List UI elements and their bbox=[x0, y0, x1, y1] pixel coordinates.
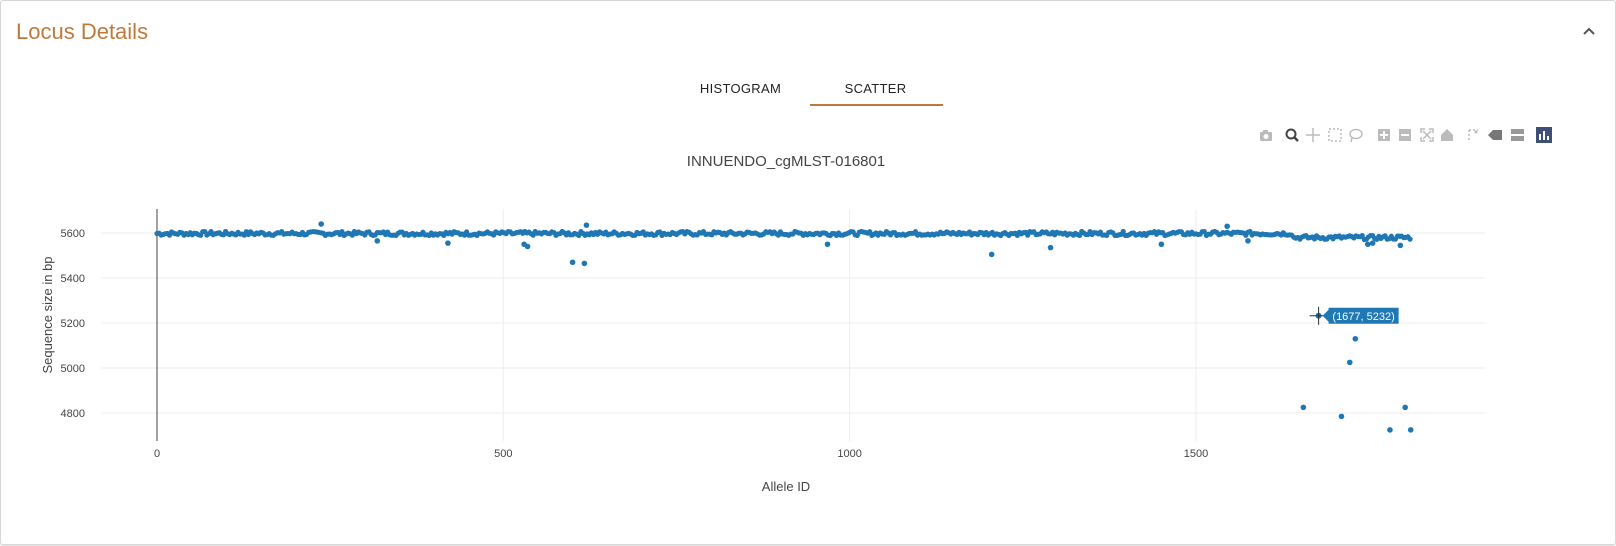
locus-details-card: Locus Details HISTOGRAM SCATTER INNUENDO… bbox=[0, 0, 1616, 545]
scatter-point bbox=[524, 243, 531, 250]
scatter-chart[interactable]: INNUENDO_cgMLST-016801 48005000520054005… bbox=[1, 141, 1615, 521]
scatter-point bbox=[1402, 404, 1408, 411]
chart-grid bbox=[101, 209, 1485, 441]
axis-ticks: 4800 5000 5200 5400 5600 0 500 1000 1500 bbox=[61, 228, 1209, 460]
scatter-point bbox=[1224, 223, 1230, 230]
scatter-point bbox=[1300, 404, 1307, 411]
scatter-point bbox=[1338, 413, 1345, 420]
scatter-point bbox=[1369, 240, 1376, 246]
scatter-point bbox=[374, 238, 381, 244]
scatter-point bbox=[824, 241, 831, 248]
x-tick-label: 0 bbox=[154, 448, 160, 460]
scatter-point bbox=[1245, 238, 1251, 244]
y-tick-label: 5600 bbox=[61, 228, 85, 240]
x-tick-label: 1500 bbox=[1184, 448, 1208, 460]
chart-title: INNUENDO_cgMLST-016801 bbox=[687, 153, 885, 170]
hover-label: (1677, 5232) bbox=[1332, 311, 1394, 323]
panel-title: Locus Details bbox=[16, 19, 149, 44]
scatter-point bbox=[1397, 242, 1404, 249]
scatter-point bbox=[1346, 359, 1353, 366]
tab-scatter[interactable]: SCATTER bbox=[808, 71, 943, 105]
y-tick-label: 5200 bbox=[61, 318, 85, 330]
scatter-point bbox=[1158, 241, 1165, 248]
dense-point-band bbox=[154, 228, 1413, 243]
band-point bbox=[1407, 236, 1413, 242]
x-tick-label: 1000 bbox=[837, 448, 861, 460]
x-tick-label: 500 bbox=[494, 448, 512, 460]
scatter-points bbox=[318, 221, 1414, 433]
y-tick-label: 5400 bbox=[61, 273, 85, 285]
scatter-point bbox=[581, 260, 588, 267]
scatter-point bbox=[1364, 241, 1371, 248]
y-tick-label: 4800 bbox=[61, 408, 85, 420]
y-axis-label: Sequence size in bp bbox=[40, 256, 55, 373]
tab-histogram[interactable]: HISTOGRAM bbox=[673, 71, 808, 105]
collapse-chevron-icon[interactable] bbox=[1579, 21, 1599, 41]
scatter-point bbox=[445, 240, 451, 246]
scatter-point bbox=[1407, 427, 1414, 433]
scatter-point bbox=[569, 259, 576, 266]
scatter-point bbox=[318, 221, 324, 227]
scatter-point bbox=[1352, 335, 1359, 342]
y-tick-label: 5000 bbox=[61, 363, 85, 375]
scatter-point bbox=[1047, 244, 1054, 251]
x-axis-label: Allele ID bbox=[762, 479, 810, 494]
scatter-point bbox=[988, 251, 995, 258]
scatter-point bbox=[583, 222, 590, 228]
active-tab-indicator bbox=[810, 104, 943, 106]
scatter-point bbox=[1387, 427, 1393, 433]
hover-tooltip: (1677, 5232) bbox=[1309, 306, 1399, 325]
